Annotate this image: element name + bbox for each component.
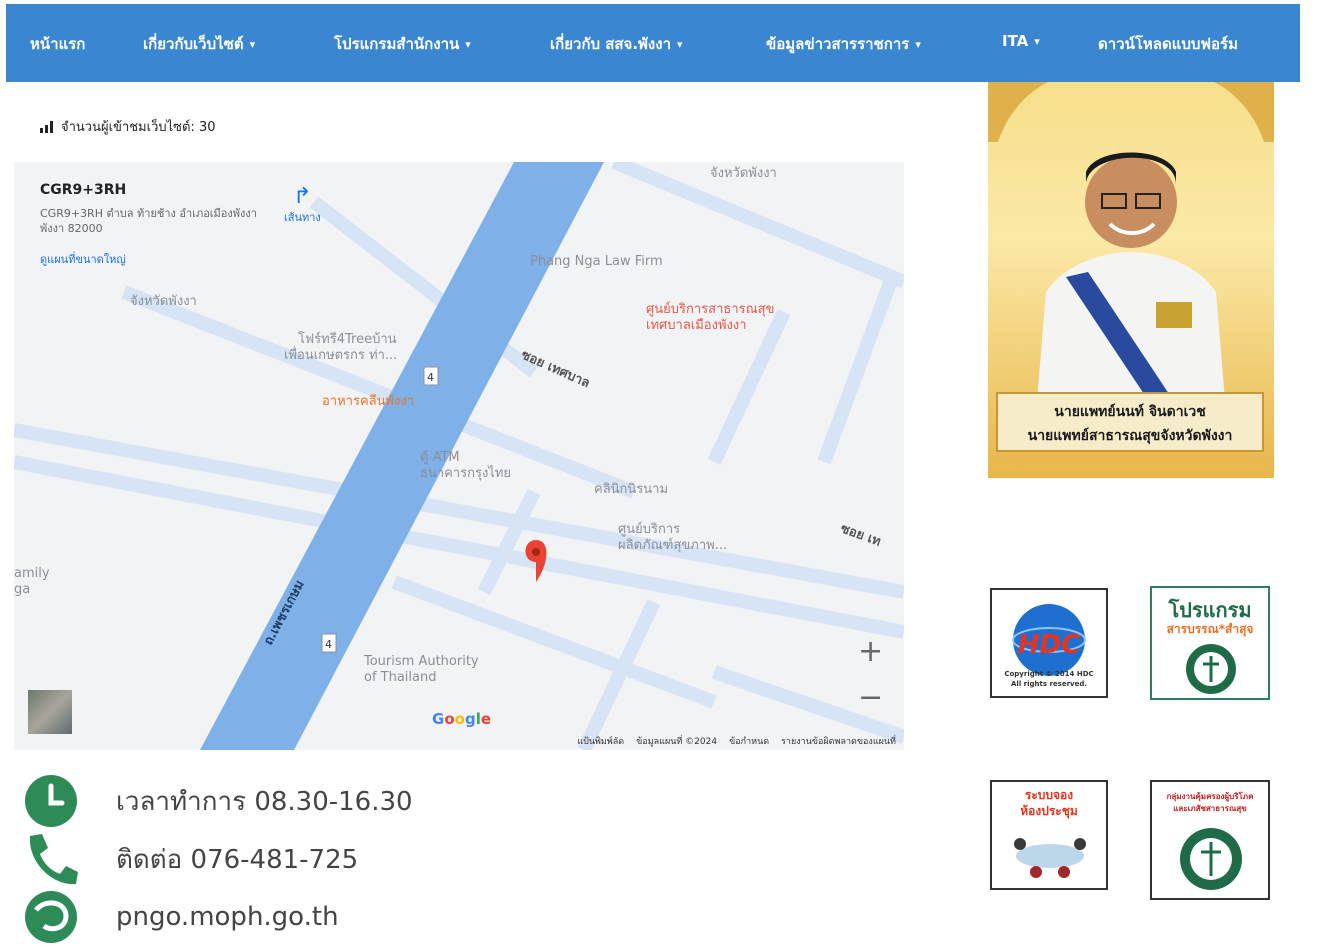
directions-button[interactable]: ↱ เส้นทาง [284, 186, 321, 226]
nav-label: หน้าแรก [30, 35, 86, 53]
nav-home[interactable]: หน้าแรก [30, 32, 85, 56]
hdc-link-badge[interactable]: HDC Copyright © 2014 HDC All rights rese… [990, 588, 1108, 698]
poi-label[interactable]: จังหวัดพังงา [710, 162, 777, 183]
hdc-copyright: Copyright © 2014 HDC [1004, 670, 1094, 678]
consumer-subtitle: และเภสัชสาธารณสุข [1173, 804, 1247, 813]
office-hours: เวลาทำการ 08.30-16.30 [22, 772, 413, 830]
contact-website: pngo.moph.go.th [22, 888, 339, 946]
nav-about-website[interactable]: เกี่ยวกับเว็บไซต์ ▾ [143, 32, 255, 56]
view-larger-map-link[interactable]: ดูแผนที่ขนาดใหญ่ [40, 250, 340, 268]
nav-label: ดาวน์โหลดแบบฟอร์ม [1098, 35, 1239, 53]
poi-label[interactable]: ธนาคารกรุงไทย [420, 462, 511, 483]
visitor-count-text: จำนวนผู้เข้าชมเว็บไซต์: 30 [61, 120, 216, 135]
nav-label: ITA [1002, 32, 1029, 50]
moph-emblem-icon [1186, 644, 1236, 694]
directions-icon: ↱ [293, 184, 312, 209]
report-error-link[interactable]: รายงานข้อผิดพลาดของแผนที่ [781, 734, 896, 748]
phone-icon [22, 830, 80, 888]
meeting-subtitle: ห้องประชุม [1020, 804, 1078, 818]
place-address: CGR9+3RH ตำบล ท้ายช้าง อำเภอเมืองพังงา พ… [40, 207, 257, 235]
hdc-title: HDC [1017, 630, 1081, 660]
program-subtitle: สารบรรณ*สำสุจ [1166, 622, 1254, 636]
embedded-map[interactable]: 4 4 CGR9+3RH CGR9+3RH ตำบล ท้ายช้าง อำเภ… [14, 162, 904, 750]
nav-about-office[interactable]: เกี่ยวกับ สสจ.พังงา ▾ [550, 32, 683, 56]
poi-label[interactable]: Tourism Authority [364, 654, 479, 669]
globe-icon [22, 888, 80, 946]
director-portrait-card: นายแพทย์นนท์ จินดาเวช นายแพทย์สาธารณสุขจ… [988, 82, 1274, 478]
chevron-down-icon: ▾ [1034, 34, 1040, 48]
visitor-counter: จำนวนผู้เข้าชมเว็บไซต์: 30 [40, 116, 215, 137]
poi-label[interactable]: เทศบาลเมืองพังงา [646, 314, 747, 335]
zoom-out-button[interactable]: − [858, 680, 883, 715]
chevron-down-icon: ▾ [915, 37, 921, 51]
bar-chart-icon [40, 120, 53, 133]
route-shield-label: 4 [325, 638, 332, 651]
hdc-copyright: All rights reserved. [1011, 680, 1087, 688]
poi-label[interactable]: Phang Nga Law Firm [530, 254, 663, 269]
clock-icon [22, 772, 80, 830]
poi-label[interactable]: จังหวัดพังงา [130, 290, 197, 311]
nav-label: เกี่ยวกับเว็บไซต์ [143, 35, 244, 53]
nav-label: เกี่ยวกับ สสจ.พังงา [550, 35, 672, 53]
poi-label[interactable]: ga [14, 582, 30, 597]
nav-download-forms[interactable]: ดาวน์โหลดแบบฟอร์ม [1098, 32, 1238, 56]
route-shield-label: 4 [427, 371, 434, 384]
director-name: นายแพทย์นนท์ จินดาเวช [1054, 404, 1206, 420]
director-name-box: นายแพทย์นนท์ จินดาเวช นายแพทย์สาธารณสุขจ… [996, 392, 1264, 452]
poi-label[interactable]: ผลิตภัณฑ์สุขภาพ... [618, 534, 727, 555]
meeting-table-icon [1014, 838, 1086, 878]
google-logo: Google [432, 710, 492, 728]
keyboard-shortcuts-link[interactable]: แป้นพิมพ์ลัด [577, 734, 624, 748]
zoom-in-button[interactable]: + [858, 634, 883, 669]
nav-label: ข้อมูลข่าวสารราชการ [766, 35, 910, 53]
chevron-down-icon: ▾ [249, 37, 256, 51]
phone-number-text[interactable]: ติดต่อ 076-481-725 [116, 839, 358, 880]
satellite-toggle[interactable] [28, 690, 72, 734]
poi-label[interactable]: of Thailand [364, 670, 437, 685]
nav-official-news[interactable]: ข้อมูลข่าวสารราชการ ▾ [766, 32, 921, 56]
poi-label[interactable]: อาหารคลีนพังงา [322, 390, 414, 411]
director-position: นายแพทย์สาธารณสุขจังหวัดพังงา [1027, 428, 1233, 444]
contact-phone: ติดต่อ 076-481-725 [22, 830, 358, 888]
nav-ita[interactable]: ITA ▾ [1002, 32, 1040, 50]
top-navigation: หน้าแรก เกี่ยวกับเว็บไซต์ ▾ โปรแกรมสำนักง… [6, 4, 1300, 82]
website-text[interactable]: pngo.moph.go.th [116, 902, 339, 932]
chevron-down-icon: ▾ [677, 37, 683, 51]
director-photo [1036, 152, 1226, 412]
nav-label: โปรแกรมสำนักงาน [334, 35, 460, 53]
terms-link[interactable]: ข้อกำหนด [729, 734, 769, 748]
map-data-text: ข้อมูลแผนที่ ©2024 [636, 737, 718, 747]
poi-label[interactable]: เพื่อนเกษตรกร ท่า... [284, 344, 397, 365]
map-footer: แป้นพิมพ์ลัด ข้อมูลแผนที่ ©2024 ข้อกำหนด… [577, 734, 896, 748]
chevron-down-icon: ▾ [465, 37, 471, 51]
poi-label[interactable]: amily [14, 566, 50, 581]
nav-office-programs[interactable]: โปรแกรมสำนักงาน ▾ [334, 32, 471, 56]
office-hours-text: เวลาทำการ 08.30-16.30 [116, 786, 413, 817]
poi-label[interactable]: คลินิกนิรนาม [594, 478, 668, 499]
meeting-room-booking-badge[interactable]: ระบบจอง ห้องประชุม [990, 780, 1108, 890]
moph-emblem-icon [1180, 828, 1242, 890]
saraban-program-badge[interactable]: โปรแกรม สารบรรณ*สำสุจ [1150, 586, 1270, 700]
directions-label: เส้นทาง [284, 211, 321, 224]
consumer-protection-badge[interactable]: กลุ่มงานคุ้มครองผู้บริโภค และเภสัชสาธารณ… [1150, 780, 1270, 900]
